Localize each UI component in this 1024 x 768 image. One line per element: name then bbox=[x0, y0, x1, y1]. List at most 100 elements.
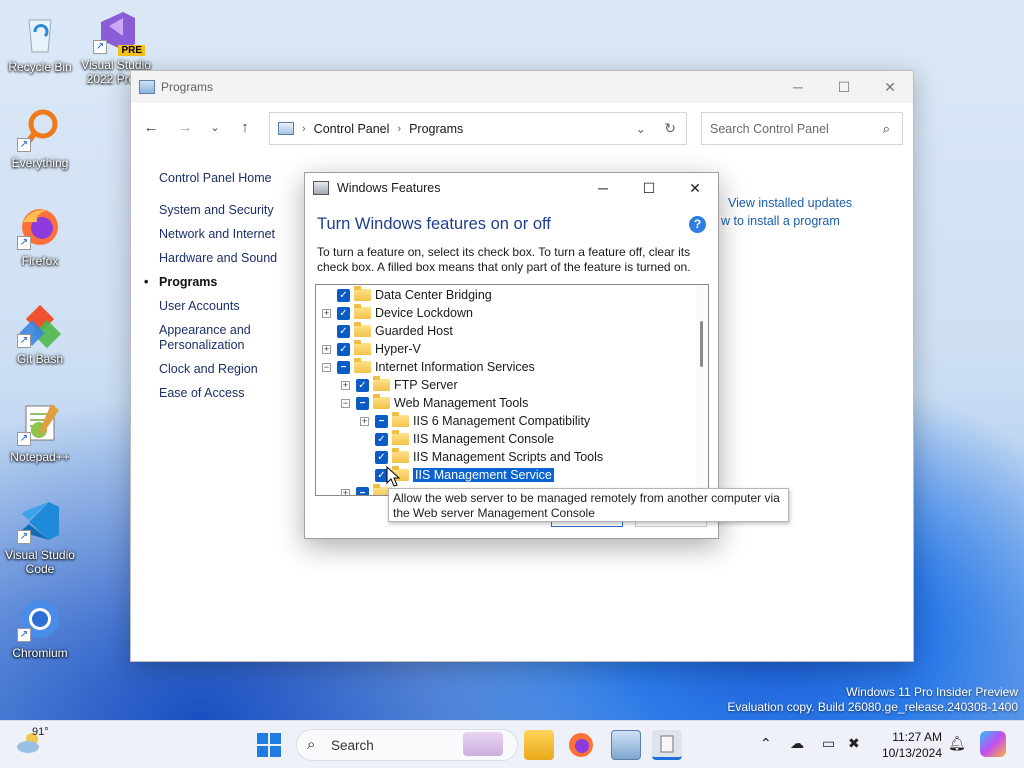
dialog-minimize-button[interactable]: ─ bbox=[580, 173, 626, 203]
tree-scrollbar[interactable] bbox=[696, 285, 708, 495]
breadcrumb-programs[interactable]: Programs bbox=[409, 122, 463, 136]
nav-ease-of-access[interactable]: Ease of Access bbox=[159, 386, 299, 401]
maximize-button[interactable]: ☐ bbox=[821, 71, 867, 103]
control-panel-icon bbox=[278, 122, 294, 135]
partial-checkbox[interactable]: − bbox=[337, 360, 350, 374]
nav-network-and-internet[interactable]: Network and Internet bbox=[159, 227, 299, 242]
expand-icon[interactable]: + bbox=[360, 416, 369, 426]
how-to-install-program-link[interactable]: w to install a program bbox=[721, 214, 852, 228]
search-input[interactable]: Search Control Panel ⌕ bbox=[701, 112, 903, 145]
dialog-close-button[interactable]: ✕ bbox=[672, 173, 718, 203]
taskbar: 91° ⌕ Search ⌃ ☁ ▭ ✖ 11:27 AM 10/13/2024… bbox=[0, 720, 1024, 768]
feature-tree-item[interactable]: + ✓ Device Lockdown bbox=[322, 304, 473, 322]
scrollbar-thumb[interactable] bbox=[700, 321, 703, 367]
taskbar-search[interactable]: ⌕ Search bbox=[296, 729, 518, 761]
nav-user-accounts[interactable]: User Accounts bbox=[159, 299, 299, 314]
dialog-maximize-button[interactable]: ☐ bbox=[626, 173, 672, 203]
search-icon[interactable]: ⌕ bbox=[883, 121, 890, 137]
network-offline-icon[interactable]: ☁ bbox=[790, 735, 804, 752]
notification-bell-icon[interactable]: 🔔︎ bbox=[948, 735, 966, 752]
feature-label: Web Management Tools bbox=[394, 396, 529, 410]
partial-checkbox[interactable]: − bbox=[356, 486, 369, 495]
clock-date: 10/13/2024 bbox=[881, 746, 942, 760]
desktop-icon-vscode[interactable]: ↗ Visual Studio Code bbox=[2, 498, 78, 576]
desktop-icon-notepadpp[interactable]: ↗ Notepad++ bbox=[2, 400, 78, 464]
desktop-icon-label: Recycle Bin bbox=[8, 60, 72, 74]
feature-checkbox[interactable]: ✓ bbox=[337, 288, 350, 302]
partial-checkbox[interactable]: − bbox=[356, 396, 369, 410]
partial-checkbox[interactable]: − bbox=[375, 414, 388, 428]
system-clock[interactable]: 11:27 AM 10/13/2024 bbox=[882, 729, 942, 761]
feature-tree-item[interactable]: ✓ Guarded Host bbox=[322, 322, 453, 340]
up-arrow-icon[interactable]: ↑ bbox=[233, 117, 257, 139]
view-installed-updates-link[interactable]: View installed updates bbox=[721, 196, 852, 210]
feature-tree-item[interactable]: + ✓ FTP Server bbox=[341, 376, 458, 394]
copilot-icon[interactable] bbox=[980, 731, 1006, 757]
nav-hardware-and-sound[interactable]: Hardware and Sound bbox=[159, 251, 299, 266]
feature-tree-item[interactable]: + ✓ Hyper-V bbox=[322, 340, 421, 358]
feature-checkbox[interactable]: ✓ bbox=[375, 450, 388, 464]
close-button[interactable]: ✕ bbox=[867, 71, 913, 103]
address-dropdown-chevron-icon[interactable]: ⌄ bbox=[636, 121, 646, 136]
volume-muted-icon[interactable]: ✖ bbox=[848, 735, 860, 752]
control-panel-icon[interactable] bbox=[611, 730, 641, 760]
feature-tree-item[interactable]: + − IIS 6 Management Compatibility bbox=[360, 412, 590, 430]
folder-icon bbox=[354, 340, 371, 355]
nav-control-panel-home[interactable]: Control Panel Home bbox=[159, 171, 299, 186]
start-button[interactable] bbox=[257, 733, 281, 757]
nav-system-and-security[interactable]: System and Security bbox=[159, 203, 299, 218]
folder-icon bbox=[354, 304, 371, 319]
feature-checkbox[interactable]: ✓ bbox=[375, 432, 388, 446]
collapse-icon[interactable]: − bbox=[341, 398, 350, 408]
desktop-icon-chromium[interactable]: ↗ Chromium bbox=[2, 596, 78, 660]
feature-tree-item[interactable]: − − Internet Information Services bbox=[322, 358, 535, 376]
expand-icon[interactable]: + bbox=[341, 488, 350, 495]
expand-icon[interactable]: + bbox=[322, 308, 331, 318]
search-icon: ⌕ bbox=[307, 736, 316, 753]
expand-icon[interactable]: + bbox=[322, 344, 331, 354]
feature-tree-item[interactable]: − − Web Management Tools bbox=[341, 394, 528, 412]
feature-label: Data Center Bridging bbox=[375, 288, 492, 302]
folder-icon bbox=[373, 394, 390, 409]
windows-features-icon[interactable] bbox=[652, 730, 682, 760]
help-icon[interactable]: ? bbox=[689, 216, 706, 233]
features-tree[interactable]: + − ✓ IIS Management Service ✓ IIS Management… bbox=[315, 284, 709, 496]
back-arrow-icon[interactable]: ← bbox=[139, 117, 163, 139]
desktop-icon-recycle-bin[interactable]: Recycle Bin bbox=[2, 10, 78, 74]
firefox-icon[interactable] bbox=[566, 730, 596, 760]
window-title: Programs bbox=[161, 80, 214, 94]
watermark-line1: Windows 11 Pro Insider Preview bbox=[846, 685, 1018, 699]
feature-checkbox[interactable]: ✓ bbox=[337, 324, 350, 338]
recent-locations-chevron-icon[interactable]: ⌄ bbox=[203, 117, 227, 139]
expand-icon[interactable]: + bbox=[341, 380, 350, 390]
feature-checkbox[interactable]: ✓ bbox=[356, 378, 369, 392]
minimize-button[interactable]: ─ bbox=[775, 71, 821, 103]
shortcut-arrow-icon: ↗ bbox=[17, 334, 31, 348]
feature-label: FTP Server bbox=[394, 378, 458, 392]
refresh-icon[interactable]: ↻ bbox=[664, 120, 676, 137]
desktop-icon-label: Firefox bbox=[21, 254, 59, 268]
feature-tree-item[interactable]: ✓ Data Center Bridging bbox=[322, 286, 492, 304]
nav-appearance-and-personalization[interactable]: Appearance and Personalization bbox=[159, 323, 299, 353]
desktop-icon-firefox[interactable]: ↗ Firefox bbox=[2, 204, 78, 268]
desktop-icon-git-bash[interactable]: ↗ Git Bash bbox=[2, 302, 78, 366]
chromium-icon: ↗ bbox=[17, 596, 63, 642]
file-explorer-icon[interactable] bbox=[524, 730, 554, 760]
show-hidden-icons-chevron-icon[interactable]: ⌃ bbox=[760, 735, 772, 752]
feature-checkbox[interactable]: ✓ bbox=[337, 306, 350, 320]
desktop-icon-everything[interactable]: ↗ Everything bbox=[2, 106, 78, 170]
folder-icon bbox=[354, 286, 371, 301]
display-icon[interactable]: ▭ bbox=[822, 735, 835, 752]
nav-programs[interactable]: Programs bbox=[144, 275, 299, 290]
folder-icon bbox=[373, 376, 390, 391]
address-bar[interactable]: › Control Panel › Programs ⌄ ↻ bbox=[269, 112, 687, 145]
forward-arrow-icon[interactable]: → bbox=[173, 117, 197, 139]
weather-widget[interactable]: 91° bbox=[14, 726, 49, 760]
breadcrumb-control-panel[interactable]: Control Panel bbox=[314, 122, 390, 136]
nav-clock-and-region[interactable]: Clock and Region bbox=[159, 362, 299, 377]
collapse-icon[interactable]: − bbox=[322, 362, 331, 372]
feature-checkbox[interactable]: ✓ bbox=[337, 342, 350, 356]
feature-tree-item[interactable]: ✓ IIS Management Console bbox=[360, 430, 554, 448]
vscode-icon: ↗ bbox=[17, 498, 63, 544]
feature-tree-item[interactable]: ✓ IIS Management Scripts and Tools bbox=[360, 448, 603, 466]
